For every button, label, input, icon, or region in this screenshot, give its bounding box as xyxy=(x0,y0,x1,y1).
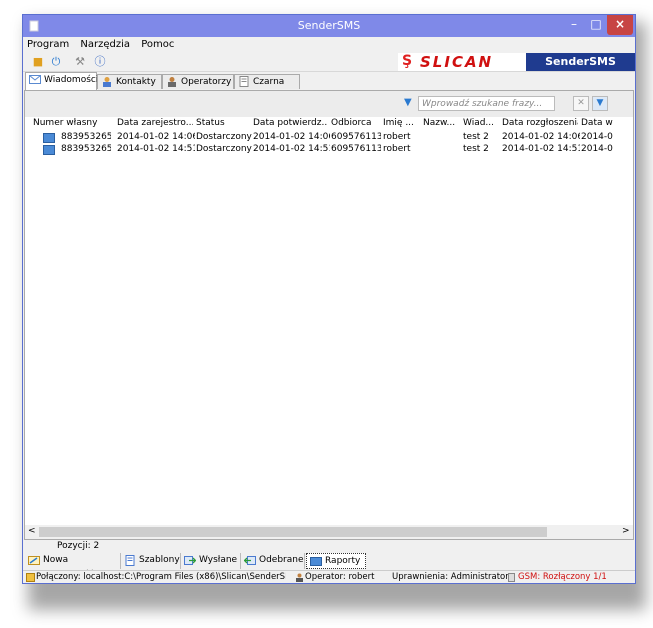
logo-symbol-icon: Ş xyxy=(402,53,413,69)
bottom-tab-label: Odebrane xyxy=(259,555,304,565)
document-icon xyxy=(239,76,249,87)
cell-first-name: robert xyxy=(383,144,411,154)
cell-message: test 2 xyxy=(463,144,489,154)
cell-confirmed: 2014-01-02 14:06 xyxy=(253,132,330,142)
column-header[interactable]: Status xyxy=(196,118,250,128)
tab-label: Operatorzy xyxy=(181,77,232,87)
gsm-status: GSM: Rozłączony 1/1 xyxy=(518,572,607,582)
column-header[interactable]: Wiad... xyxy=(463,118,499,128)
bottom-tab-label: Szablony xyxy=(139,555,180,565)
cell-number: 883953265 xyxy=(61,144,111,154)
column-header[interactable]: Numer własny xyxy=(33,118,109,128)
open-icon[interactable]: ■ xyxy=(31,55,45,69)
scroll-thumb[interactable] xyxy=(39,527,547,537)
column-header[interactable]: Data zarejestro... xyxy=(117,118,193,128)
cell-date-w: 2014-0 xyxy=(581,144,613,154)
tab-czarna-lista[interactable]: Czarna lista xyxy=(234,74,300,101)
table-row[interactable]: 883953265 2014-01-02 14:51 Dostarczony 2… xyxy=(25,144,633,156)
cell-broadcast: 2014-01-02 14:51 xyxy=(502,144,580,154)
scroll-right-icon[interactable]: > xyxy=(622,526,630,536)
scroll-left-icon[interactable]: < xyxy=(28,526,36,536)
cell-broadcast: 2014-01-02 14:06 xyxy=(502,132,580,142)
table-row[interactable]: 883953265 2014-01-02 14:06 Dostarczony 2… xyxy=(25,132,633,144)
apply-filter-icon[interactable]: ▼ xyxy=(592,96,608,111)
app-window: SenderSMS – □ × Program Narzędzia Pomoc … xyxy=(22,14,636,584)
table-header: Numer własny Data zarejestro... Status D… xyxy=(25,118,633,131)
tab-operatorzy[interactable]: Operatorzy xyxy=(162,74,234,89)
search-bar: ▼ Wprowadź szukane frazy... ✕ ▼ xyxy=(25,91,633,117)
cell-recipient: 609576113 xyxy=(331,132,381,142)
cell-registered: 2014-01-02 14:06 xyxy=(117,132,195,142)
column-header[interactable]: Odbiorca xyxy=(331,118,379,128)
title-bar[interactable]: SenderSMS – □ × xyxy=(23,15,635,37)
tab-odebrane[interactable]: Odebrane xyxy=(241,553,305,569)
template-document-icon xyxy=(125,555,135,566)
cell-registered: 2014-01-02 14:51 xyxy=(117,144,195,154)
reports-icon xyxy=(310,557,322,566)
operator-person-icon xyxy=(168,77,176,87)
bottom-tab-label: Wysłane xyxy=(199,555,238,565)
tab-wyslane[interactable]: Wysłane xyxy=(181,553,241,569)
sent-icon xyxy=(184,556,196,565)
sms-report-icon xyxy=(43,145,55,155)
cell-number: 883953265 xyxy=(61,132,111,142)
menu-program[interactable]: Program xyxy=(23,37,73,50)
menu-narzedzia[interactable]: Narzędzia xyxy=(76,37,134,50)
toolbar: ■ ⏻ ⚒ ⓘ Ş SLICAN SenderSMS xyxy=(23,53,635,72)
horizontal-scrollbar[interactable]: < > xyxy=(25,525,633,539)
cell-first-name: robert xyxy=(383,132,411,142)
tab-raporty[interactable]: Raporty xyxy=(306,553,366,569)
sms-report-icon xyxy=(43,133,55,143)
messages-panel: ▼ Wprowadź szukane frazy... ✕ ▼ Numer wł… xyxy=(24,90,634,540)
minimize-button[interactable]: – xyxy=(563,15,585,35)
clear-filter-icon[interactable]: ✕ xyxy=(573,96,589,111)
logo-text: SLICAN xyxy=(420,53,494,71)
tab-label: Kontakty xyxy=(116,77,156,87)
menu-pomoc[interactable]: Pomoc xyxy=(137,37,178,50)
tab-nowa-wiadomosc[interactable]: Nowa wiadomość xyxy=(25,553,121,580)
received-icon xyxy=(244,556,256,565)
power-icon[interactable]: ⏻ xyxy=(49,55,63,69)
gsm-modem-icon xyxy=(508,573,515,582)
cell-status: Dostarczony xyxy=(196,144,252,154)
info-icon[interactable]: ⓘ xyxy=(93,55,107,69)
operator-status: Operator: robert xyxy=(305,572,375,582)
cell-recipient: 609576113 xyxy=(331,144,381,154)
filter-icon: ▼ xyxy=(404,97,412,108)
product-banner: SenderSMS xyxy=(526,53,635,71)
main-tabs: Wiadomości Kontakty Operatorzy Czarna li… xyxy=(23,72,635,101)
tab-label: Wiadomości xyxy=(44,75,99,85)
column-header[interactable]: Imię ... xyxy=(383,118,419,128)
close-button[interactable]: × xyxy=(607,15,633,35)
column-header[interactable]: Data w xyxy=(581,118,633,128)
column-header[interactable]: Nazw... xyxy=(423,118,459,128)
tab-kontakty[interactable]: Kontakty xyxy=(97,74,162,89)
menu-bar: Program Narzędzia Pomoc xyxy=(23,37,635,53)
cell-message: test 2 xyxy=(463,132,489,142)
permissions-status: Uprawnienia: Administrator xyxy=(392,572,509,582)
database-icon xyxy=(26,573,35,582)
new-message-icon xyxy=(28,556,40,565)
cell-status: Dostarczony xyxy=(196,132,252,142)
connection-status: Połączony: localhost:C:\Program Files (x… xyxy=(36,572,286,582)
operator-icon xyxy=(296,573,303,582)
column-header[interactable]: Data potwierdz... xyxy=(253,118,327,128)
column-header[interactable]: Data rozgłoszenia xyxy=(502,118,578,128)
tab-wiadomosci[interactable]: Wiadomości xyxy=(25,72,99,90)
window-title: SenderSMS xyxy=(297,19,361,32)
envelope-icon xyxy=(29,75,41,84)
item-count: Pozycji: 2 xyxy=(57,541,100,551)
cell-date-w: 2014-0 xyxy=(581,132,613,142)
bottom-tabs: Nowa wiadomość Szablony Wysłane Odebrane… xyxy=(23,553,635,580)
cell-confirmed: 2014-01-02 14:51 xyxy=(253,144,330,154)
settings-wrench-icon[interactable]: ⚒ xyxy=(73,55,87,69)
bottom-tab-label: Raporty xyxy=(325,556,361,566)
slican-logo: Ş SLICAN xyxy=(398,53,526,71)
contact-person-icon xyxy=(103,77,111,87)
search-input[interactable]: Wprowadź szukane frazy... xyxy=(418,96,555,111)
tab-szablony[interactable]: Szablony xyxy=(121,553,181,569)
maximize-button[interactable]: □ xyxy=(585,15,607,35)
status-bar: Połączony: localhost:C:\Program Files (x… xyxy=(23,570,635,583)
